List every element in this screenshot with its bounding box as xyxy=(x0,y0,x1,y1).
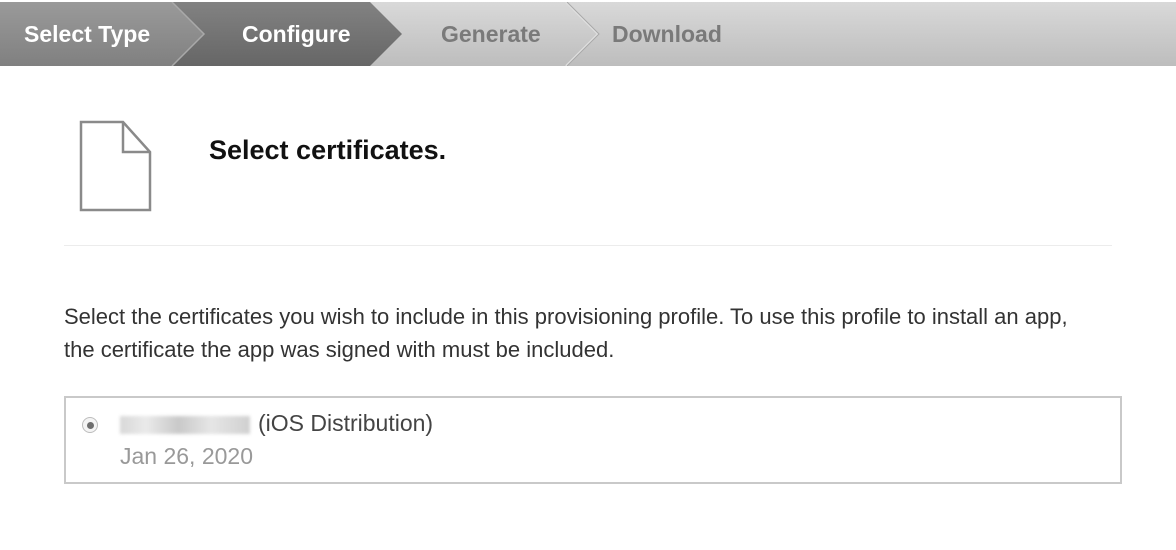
step-configure[interactable]: Configure xyxy=(242,2,351,66)
instructions-text: Select the certificates you wish to incl… xyxy=(64,304,1068,362)
step-bar-background xyxy=(0,2,1176,66)
step-download: Download xyxy=(612,21,722,47)
step-select-type[interactable]: Select Type xyxy=(24,2,150,66)
certificate-list: (iOS Distribution) Jan 26, 2020 xyxy=(64,396,1122,484)
certificate-date: Jan 26, 2020 xyxy=(120,443,254,469)
page-title: Select certificates. xyxy=(209,135,447,165)
redacted-name xyxy=(120,416,250,434)
divider xyxy=(64,245,1112,246)
document-icon xyxy=(79,120,152,212)
step-generate: Generate xyxy=(441,21,541,47)
certificate-radio[interactable] xyxy=(82,417,98,433)
certificate-type: (iOS Distribution) xyxy=(258,410,434,436)
step-bar: Select Type Configure Generate Download xyxy=(0,2,1176,66)
radio-selected-dot xyxy=(87,422,94,429)
certificate-name[interactable]: (iOS Distribution) xyxy=(120,410,433,437)
